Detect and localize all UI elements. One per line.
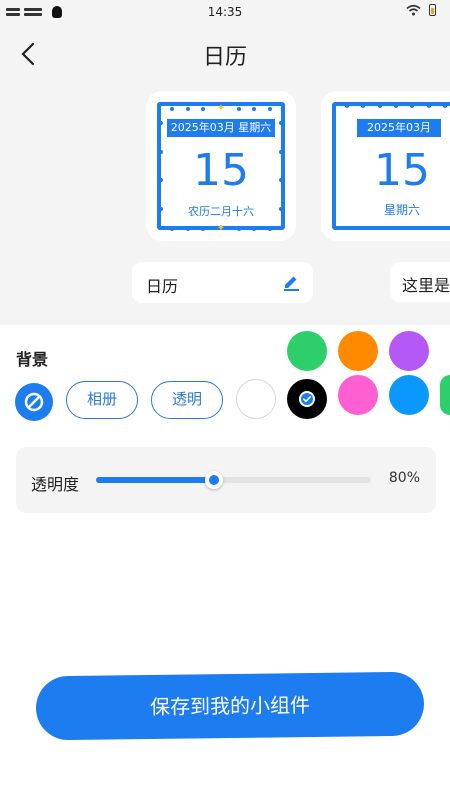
day-number: 15 — [193, 145, 249, 196]
opacity-value: 80% — [388, 470, 420, 486]
color-swatch-purple[interactable] — [389, 331, 429, 371]
widget-name-text: 这里是 — [402, 276, 450, 295]
color-swatch-green-2[interactable] — [440, 375, 450, 415]
star-icon: ✦ — [216, 103, 226, 114]
star-icon: ✦ — [216, 223, 226, 234]
color-swatch-black-selected[interactable] — [287, 379, 327, 419]
status-bar: 14:35 — [0, 0, 450, 24]
widget-name-box-1[interactable]: 日历 — [132, 262, 313, 303]
transparent-button[interactable]: 透明 — [151, 381, 223, 419]
lunar-date: 农历二月十六 — [188, 205, 254, 218]
color-swatch-green[interactable] — [287, 331, 327, 371]
top-dot-row — [345, 104, 447, 108]
opacity-slider-fill — [96, 477, 215, 483]
nav-bar: 日历 — [0, 28, 450, 78]
opacity-label: 透明度 — [31, 475, 80, 494]
edit-icon[interactable] — [281, 272, 301, 292]
checkmark-icon — [299, 391, 315, 407]
color-swatch-white[interactable] — [236, 379, 276, 419]
bottom-dot-row: ✦ — [170, 224, 272, 234]
widget-name-text: 日历 — [146, 277, 179, 296]
opacity-slider-thumb[interactable] — [205, 471, 224, 489]
battery-icon — [429, 4, 436, 16]
day-number: 15 — [374, 145, 430, 196]
opacity-slider[interactable] — [96, 471, 371, 489]
weekday-label: 星期六 — [383, 203, 420, 217]
month-weekday-header: 2025年03月 星期六 — [167, 119, 275, 137]
widget-preview-card-1[interactable]: ✦ ✦ 2025年03月 星期六 15 农历二月十六 — [146, 91, 296, 241]
color-swatch-pink[interactable] — [338, 375, 378, 415]
status-time: 14:35 — [207, 5, 243, 19]
widget-name-box-2[interactable]: 这里是 — [390, 262, 450, 302]
opacity-panel: 透明度 80% — [16, 447, 436, 513]
background-label: 背景 — [16, 350, 49, 369]
wifi-icon — [406, 4, 421, 16]
no-background-button[interactable] — [15, 383, 53, 421]
color-swatch-blue[interactable] — [389, 375, 429, 415]
page-title: 日历 — [202, 45, 247, 70]
month-header: 2025年03月 — [357, 119, 441, 137]
color-swatch-orange[interactable] — [338, 331, 378, 371]
album-button[interactable]: 相册 — [66, 381, 138, 419]
no-background-icon — [24, 392, 44, 412]
widget-preview-card-2[interactable]: 2025年03月 15 星期六 — [321, 91, 450, 241]
top-dot-row: ✦ — [170, 104, 272, 114]
save-widget-button[interactable]: 保存到我的小组件 — [35, 671, 425, 741]
